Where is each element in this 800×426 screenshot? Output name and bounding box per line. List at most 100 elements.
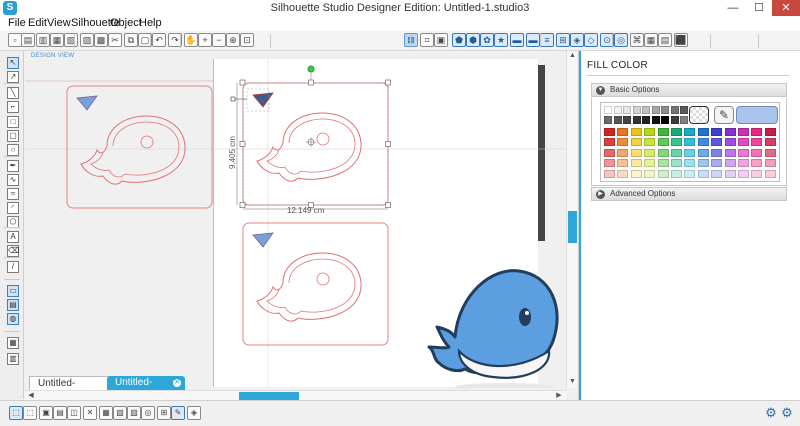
color-swatch[interactable] xyxy=(738,128,749,136)
store-icon[interactable]: ⌘ xyxy=(630,33,644,47)
print-dialog-icon[interactable]: ▨ xyxy=(80,33,94,47)
knife-icon[interactable]: ✎ xyxy=(171,406,185,420)
menu-help[interactable]: Help xyxy=(139,17,162,29)
color-swatch[interactable] xyxy=(657,159,669,168)
color-swatch[interactable] xyxy=(630,138,642,147)
color-swatch[interactable] xyxy=(617,159,629,168)
send-icon[interactable]: ▤ xyxy=(658,33,672,47)
menu-edit[interactable]: Edit xyxy=(28,17,47,29)
color-swatch[interactable] xyxy=(604,106,612,114)
knife-tool-icon[interactable]: / xyxy=(7,261,19,273)
current-fill-color-swatch[interactable] xyxy=(736,106,778,124)
zoom-select-icon[interactable]: − xyxy=(212,33,226,47)
advanced-options-header[interactable]: ▶ Advanced Options xyxy=(591,187,787,201)
design-canvas[interactable]: DESIGN VIEW 12.149 cm 9.405 cm xyxy=(25,51,565,388)
line-tool-icon[interactable]: ╲ xyxy=(7,87,19,99)
color-swatch[interactable] xyxy=(724,169,736,178)
color-swatch[interactable] xyxy=(671,128,682,136)
color-swatch[interactable] xyxy=(751,148,763,157)
color-swatch[interactable] xyxy=(724,128,736,136)
color-swatch[interactable] xyxy=(671,148,682,157)
color-swatch[interactable] xyxy=(642,106,650,114)
color-swatch[interactable] xyxy=(651,116,660,124)
freehand-tool-icon[interactable]: ∿ xyxy=(7,174,19,186)
color-swatch[interactable] xyxy=(661,106,669,114)
tab-untitled-1[interactable]: Untitled-1.studio3 xyxy=(29,376,109,403)
color-swatch[interactable] xyxy=(671,138,682,147)
color-swatch[interactable] xyxy=(644,159,656,168)
color-swatch[interactable] xyxy=(684,128,696,136)
color-swatch[interactable] xyxy=(738,148,749,157)
color-swatch[interactable] xyxy=(613,116,622,124)
deselect-icon[interactable]: ⬚ xyxy=(23,406,37,420)
ungroup-icon[interactable]: ▤ xyxy=(53,406,67,420)
pen-tool-icon[interactable]: ✒ xyxy=(7,160,19,172)
settings-gear-icon[interactable]: ⚙ xyxy=(764,406,778,420)
color-swatch[interactable] xyxy=(657,128,669,136)
zoom-drag-icon[interactable]: ⊕ xyxy=(226,33,240,47)
pentagon-icon[interactable]: ⬟ xyxy=(452,33,466,47)
page-view-icon[interactable]: ▤ xyxy=(7,299,19,311)
color-swatch[interactable] xyxy=(630,159,642,168)
color-swatch[interactable] xyxy=(630,169,642,178)
eyedropper-icon[interactable]: ✎ xyxy=(714,106,734,124)
zoom-in-icon[interactable]: ✋ xyxy=(184,33,198,47)
color-swatch[interactable] xyxy=(738,169,749,178)
color-swatch[interactable] xyxy=(697,169,709,178)
color-swatch[interactable] xyxy=(684,148,696,157)
select-all-icon[interactable]: ⬚ xyxy=(9,406,23,420)
color-swatch[interactable] xyxy=(613,106,622,114)
offset-icon[interactable]: ◎ xyxy=(614,33,628,47)
line-color-icon[interactable]: ▬ xyxy=(510,33,524,47)
maximize-button[interactable]: ☐ xyxy=(746,0,772,16)
color-swatch[interactable] xyxy=(617,169,629,178)
offset-icon[interactable]: ◎ xyxy=(141,406,155,420)
scroll-left-arrow-icon[interactable]: ◀ xyxy=(27,392,35,400)
color-swatch[interactable] xyxy=(604,116,612,124)
scroll-right-arrow-icon[interactable]: ▶ xyxy=(555,392,563,400)
star-icon[interactable]: ✿ xyxy=(480,33,494,47)
color-swatch[interactable] xyxy=(764,128,776,136)
print-icon[interactable]: ▧ xyxy=(64,33,78,47)
library-icon[interactable]: ▦ xyxy=(644,33,658,47)
vertical-scroll-thumb[interactable] xyxy=(568,211,577,243)
polyline-tool-icon[interactable]: ⌐ xyxy=(7,101,19,113)
smooth-tool-icon[interactable]: ≈ xyxy=(7,188,19,200)
weld-icon[interactable]: ▦ xyxy=(99,406,113,420)
edit-points-icon[interactable]: ↗ xyxy=(7,71,19,83)
design-store-icon[interactable]: ▦ xyxy=(7,337,19,349)
color-swatch[interactable] xyxy=(623,116,631,124)
flower-icon[interactable]: ⬢ xyxy=(466,33,480,47)
transform-icon[interactable]: ◈ xyxy=(570,33,584,47)
color-swatch[interactable] xyxy=(684,169,696,178)
color-swatch[interactable] xyxy=(711,159,723,168)
arc-tool-icon[interactable]: ◜ xyxy=(7,202,19,214)
color-swatch[interactable] xyxy=(644,128,656,136)
color-swatch[interactable] xyxy=(711,148,723,157)
menu-file[interactable]: File xyxy=(8,17,26,29)
send-back-icon[interactable]: ▨ xyxy=(127,406,141,420)
copy-icon[interactable]: ✂ xyxy=(108,33,122,47)
color-swatch[interactable] xyxy=(657,148,669,157)
color-swatch[interactable] xyxy=(697,138,709,147)
color-swatch[interactable] xyxy=(684,159,696,168)
replicate-icon[interactable]: ⊞ xyxy=(556,33,570,47)
horizontal-scrollbar[interactable]: ◀ ▶ xyxy=(25,390,566,400)
color-swatch[interactable] xyxy=(671,169,682,178)
layers-icon[interactable]: ▭ xyxy=(7,285,19,297)
color-swatch[interactable] xyxy=(711,128,723,136)
color-swatch[interactable] xyxy=(644,169,656,178)
tab-untitled-2[interactable]: Untitled-2.studio3✕ xyxy=(107,376,185,402)
color-swatch[interactable] xyxy=(697,159,709,168)
bring-front-icon[interactable]: ▧ xyxy=(113,406,127,420)
rectangle-tool-icon[interactable]: □ xyxy=(7,116,19,128)
color-swatch[interactable] xyxy=(671,159,682,168)
color-swatch[interactable] xyxy=(604,128,615,136)
color-swatch[interactable] xyxy=(697,128,709,136)
page-setup-icon[interactable]: ⌗ xyxy=(420,33,434,47)
cut-settings-icon[interactable]: ◍ xyxy=(7,313,19,325)
preferences-gear-icon[interactable]: ⚙ xyxy=(780,406,794,420)
color-swatch[interactable] xyxy=(644,138,656,147)
color-swatch[interactable] xyxy=(764,148,776,157)
make-compound-icon[interactable]: ◫ xyxy=(67,406,81,420)
